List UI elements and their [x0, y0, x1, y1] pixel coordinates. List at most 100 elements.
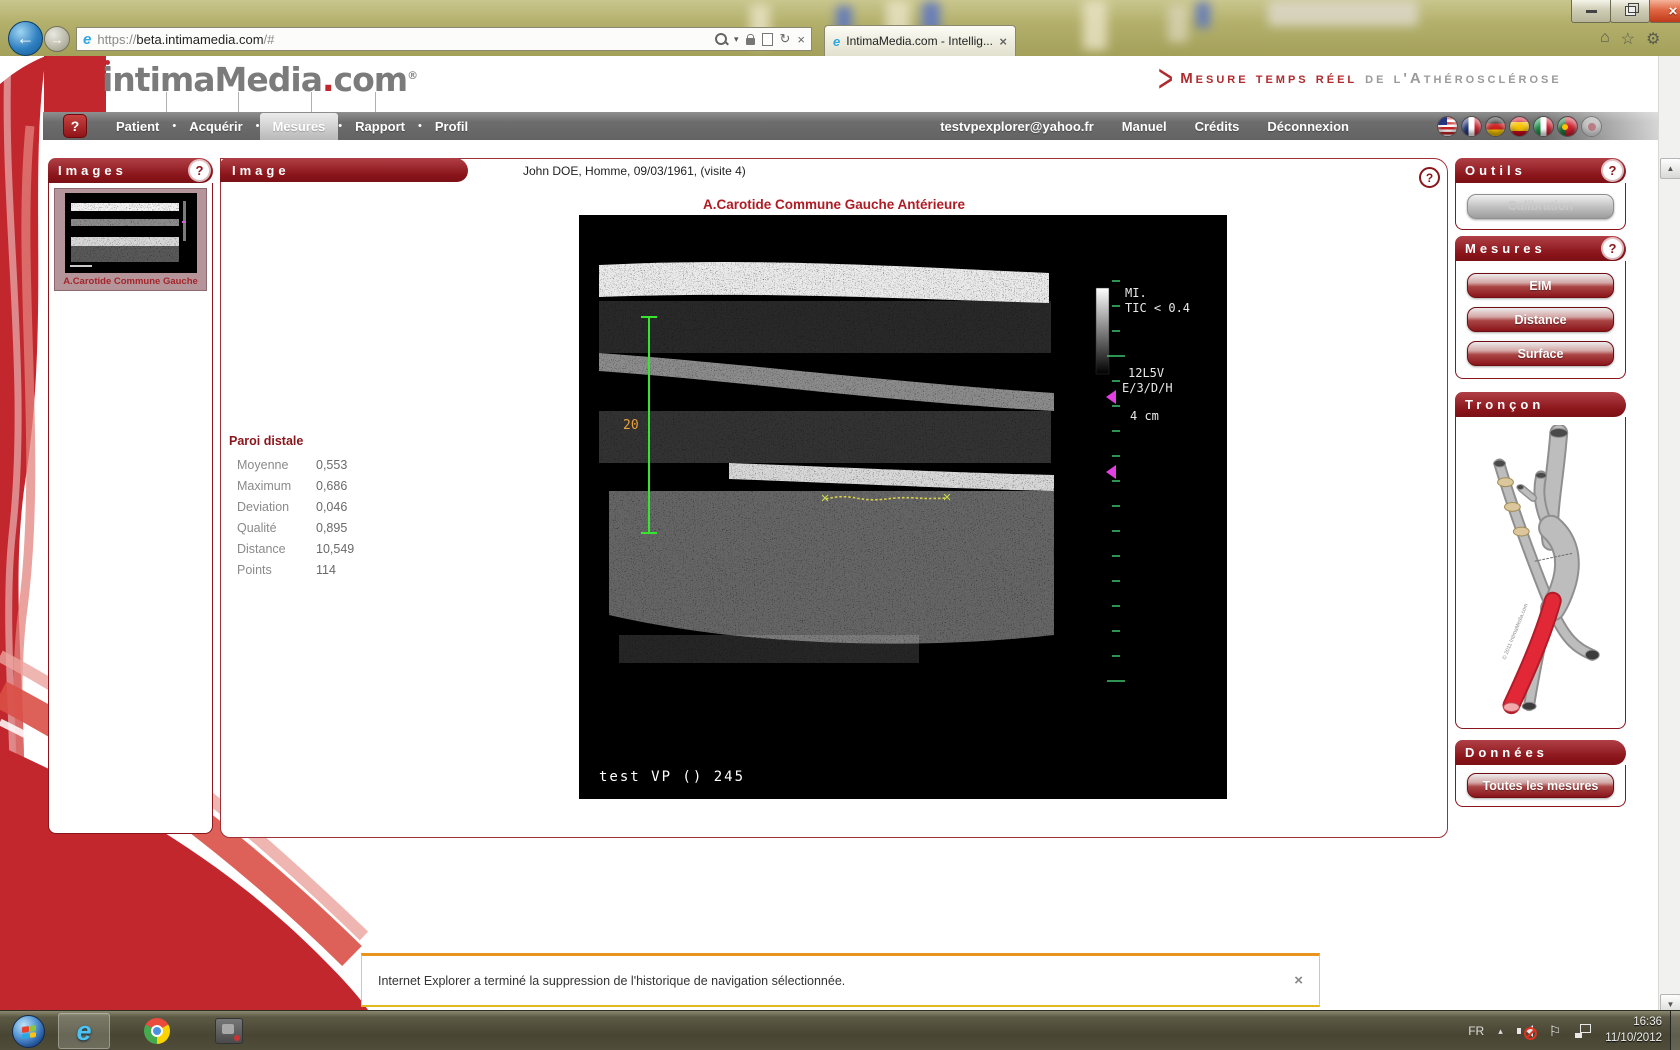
image-thumbnail-item[interactable]: A.Carotide Commune Gauche [54, 188, 207, 291]
taskbar-clock[interactable]: 16:36 11/10/2012 [1605, 1015, 1662, 1046]
network-icon[interactable] [1575, 1024, 1591, 1038]
scroll-up-button[interactable]: ▲ [1660, 158, 1680, 179]
nav-item-acquerir[interactable]: Acquérir [176, 113, 255, 140]
nav-item-profil[interactable]: Profil [422, 113, 481, 140]
stat-row: Distance10,549 [229, 542, 399, 563]
browser-tab[interactable]: e IntimaMedia.com - Intellig... × [824, 25, 1016, 56]
flag-fr-icon[interactable] [1461, 116, 1482, 137]
tab-close-icon[interactable]: × [999, 34, 1007, 49]
desktop-icon-blur [1083, 0, 1107, 50]
stat-row: Moyenne0,553 [229, 458, 399, 479]
windows-logo-icon [22, 1025, 36, 1039]
flag-de-icon[interactable] [1485, 116, 1506, 137]
stat-row: Deviation0,046 [229, 500, 399, 521]
chrome-icon [144, 1018, 170, 1044]
stop-icon[interactable]: × [797, 32, 805, 47]
restore-button[interactable] [1610, 0, 1650, 23]
nav-item-rapport[interactable]: Rapport [342, 113, 418, 140]
taskbar-capture-button[interactable] [204, 1014, 254, 1048]
nav-link-deconnexion[interactable]: Déconnexion [1267, 119, 1349, 134]
stat-row: Points114 [229, 563, 399, 584]
images-panel: Images ? [48, 158, 213, 834]
depth-marker-label: 20 [623, 418, 639, 433]
back-arrow-icon: ← [17, 28, 35, 49]
tools-help-icon[interactable]: ? [1603, 161, 1622, 180]
refresh-icon[interactable]: ↻ [780, 31, 791, 47]
language-indicator[interactable]: FR [1468, 1024, 1484, 1038]
compatibility-view-icon[interactable] [762, 33, 773, 46]
thumbnail-caption: A.Carotide Commune Gauche [58, 276, 203, 287]
forward-button[interactable]: → [44, 26, 70, 52]
ie-notification-bar: Internet Explorer a terminé la suppressi… [361, 953, 1320, 1007]
site-logo[interactable]: intimaMedia.com® [102, 60, 418, 99]
tray-expand-icon[interactable]: ▴ [1498, 1026, 1503, 1037]
window-controls: × [1572, 0, 1680, 23]
calibration-button[interactable]: Calibration [1467, 194, 1614, 219]
ultrasound-image: 20 MI. TIC < 0.4 [579, 215, 1227, 799]
ie-icon: e [76, 1016, 91, 1047]
image-panel-header: Image [220, 158, 468, 182]
distance-button[interactable]: Distance [1467, 307, 1614, 332]
image-help-icon[interactable]: ? [1419, 167, 1440, 188]
volume-muted-icon[interactable] [1517, 1023, 1535, 1039]
image-panel: Image John DOE, Homme, 09/03/1961, (visi… [220, 158, 1448, 838]
nav-link-credits[interactable]: Crédits [1195, 119, 1240, 134]
action-center-flag-icon[interactable]: ⚐ [1549, 1023, 1562, 1040]
patient-info: John DOE, Homme, 09/03/1961, (visite 4) [523, 164, 746, 178]
search-icon[interactable] [715, 33, 727, 45]
notification-close-icon[interactable]: × [1294, 972, 1303, 989]
surface-button[interactable]: Surface [1467, 341, 1614, 366]
desktop-icon-blur [1196, 2, 1210, 28]
flag-es-icon[interactable] [1509, 116, 1530, 137]
flag-it-icon[interactable] [1533, 116, 1554, 137]
nav-bullet: • [256, 120, 260, 132]
flag-pt-icon[interactable] [1557, 116, 1578, 137]
images-panel-header: Images ? [48, 158, 213, 183]
all-measures-button[interactable]: Toutes les mesures [1467, 773, 1614, 798]
measures-help-icon[interactable]: ? [1603, 239, 1622, 258]
taskbar-chrome-button[interactable] [132, 1014, 182, 1048]
ie-tab-icon: e [833, 35, 840, 48]
close-window-button[interactable]: × [1649, 0, 1680, 23]
scroll-up-icon: ▲ [1667, 164, 1675, 173]
images-help-icon[interactable]: ? [190, 161, 209, 180]
start-button[interactable] [12, 1015, 45, 1048]
url-text[interactable]: https://beta.intimamedia.com/# [97, 32, 715, 47]
stats-title: Paroi distale [229, 434, 399, 448]
troncon-panel: Tronçon [1455, 392, 1626, 729]
tab-title: IntimaMedia.com - Intellig... [846, 34, 993, 48]
nav-help-icon[interactable]: ? [63, 114, 87, 138]
address-bar[interactable]: e https://beta.intimamedia.com/# ▾ ↻ × [76, 27, 812, 51]
home-icon[interactable]: ⌂ [1600, 29, 1610, 49]
eim-button[interactable]: EIM [1467, 273, 1614, 298]
flag-jp-icon-disabled [1581, 116, 1602, 137]
page-scrollbar[interactable]: ▲ ▼ [1658, 56, 1680, 1010]
show-desktop-button[interactable] [1670, 1011, 1680, 1050]
minimize-button[interactable] [1571, 0, 1611, 23]
nav-item-mesures[interactable]: Mesures [260, 113, 339, 140]
back-button[interactable]: ← [8, 21, 43, 56]
search-caret-icon[interactable]: ▾ [734, 34, 739, 45]
capture-tool-icon [215, 1018, 243, 1044]
language-flags [1437, 116, 1602, 137]
nav-divider [375, 92, 376, 112]
ultrasound-viewport[interactable]: 20 MI. TIC < 0.4 [579, 215, 1227, 799]
close-icon: × [1669, 3, 1678, 20]
tools-panel: Outils ? Calibration [1455, 158, 1626, 230]
mi-label: MI. [1125, 286, 1147, 300]
user-email: testvpexplorer@yahoo.fr [940, 119, 1094, 134]
nav-item-patient[interactable]: Patient [103, 113, 172, 140]
settings-gear-icon[interactable]: ⚙ [1646, 29, 1660, 49]
taskbar-ie-button[interactable]: e [58, 1013, 110, 1049]
tic-label: TIC < 0.4 [1125, 301, 1190, 315]
exam-footer-label: test VP () 245 [599, 769, 745, 785]
probe-label: 12L5V [1128, 366, 1164, 380]
nav-link-manuel[interactable]: Manuel [1122, 119, 1167, 134]
minimize-icon [1586, 10, 1597, 13]
artery-segment-selector[interactable]: © 2011 IntimaMedia.com [1471, 425, 1611, 721]
ultrasound-thumbnail [65, 193, 197, 273]
favorites-star-icon[interactable]: ☆ [1621, 29, 1635, 49]
flag-us-icon[interactable] [1437, 116, 1458, 137]
main-navbar: ? Patient • Acquérir • Mesures • Rapport… [43, 112, 1680, 140]
restore-icon [1625, 6, 1636, 16]
